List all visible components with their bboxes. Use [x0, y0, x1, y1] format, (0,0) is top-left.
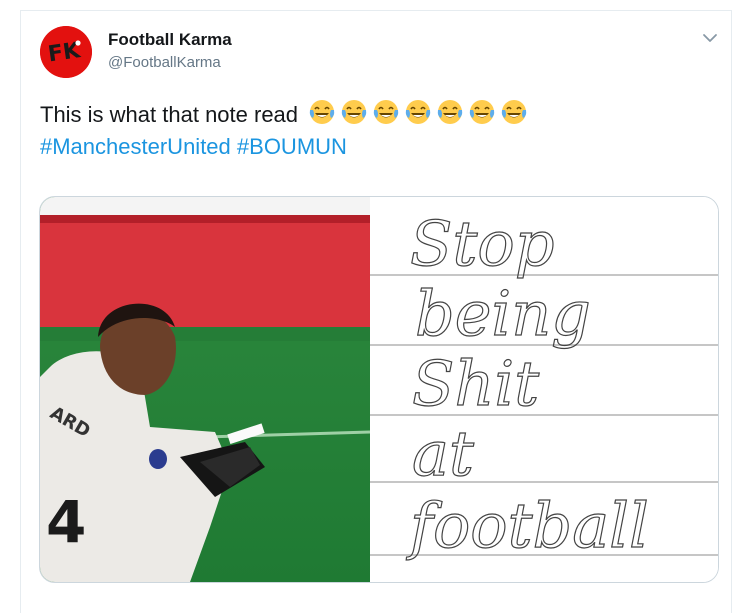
- hashtag-link[interactable]: #ManchesterUnited: [40, 134, 231, 159]
- jersey-number-text: 4: [46, 488, 86, 556]
- note-line: Shit: [412, 347, 539, 420]
- player-photo: ARD 4: [40, 197, 370, 582]
- note-line: Stop: [410, 207, 554, 280]
- face-with-tears-of-joy-icon: [405, 100, 431, 124]
- face-with-tears-of-joy-icon: [437, 100, 463, 124]
- chevron-down-icon[interactable]: [700, 30, 720, 46]
- face-with-tears-of-joy-icon: [501, 100, 527, 124]
- tweet-media[interactable]: ARD 4 Stop being Shit at football: [39, 196, 719, 583]
- face-with-tears-of-joy-icon: [373, 100, 399, 124]
- author-avatar[interactable]: FK: [40, 26, 92, 78]
- tweet-text: This is what that note read #ManchesterU…: [40, 98, 720, 163]
- face-with-tears-of-joy-icon: [469, 100, 495, 124]
- author-name[interactable]: Football Karma: [108, 30, 232, 50]
- note-line: being: [415, 277, 591, 350]
- handwritten-note: Stop being Shit at football: [370, 197, 718, 582]
- tweet-body: This is what that note read: [40, 102, 299, 127]
- face-with-tears-of-joy-icon: [341, 100, 367, 124]
- author-handle[interactable]: @FootballKarma: [108, 54, 221, 71]
- note-line: at: [412, 417, 474, 490]
- hashtag-link[interactable]: #BOUMUN: [237, 134, 347, 159]
- note-line: football: [406, 489, 649, 562]
- face-with-tears-of-joy-icon: [309, 100, 335, 124]
- emoji-row: [308, 98, 528, 126]
